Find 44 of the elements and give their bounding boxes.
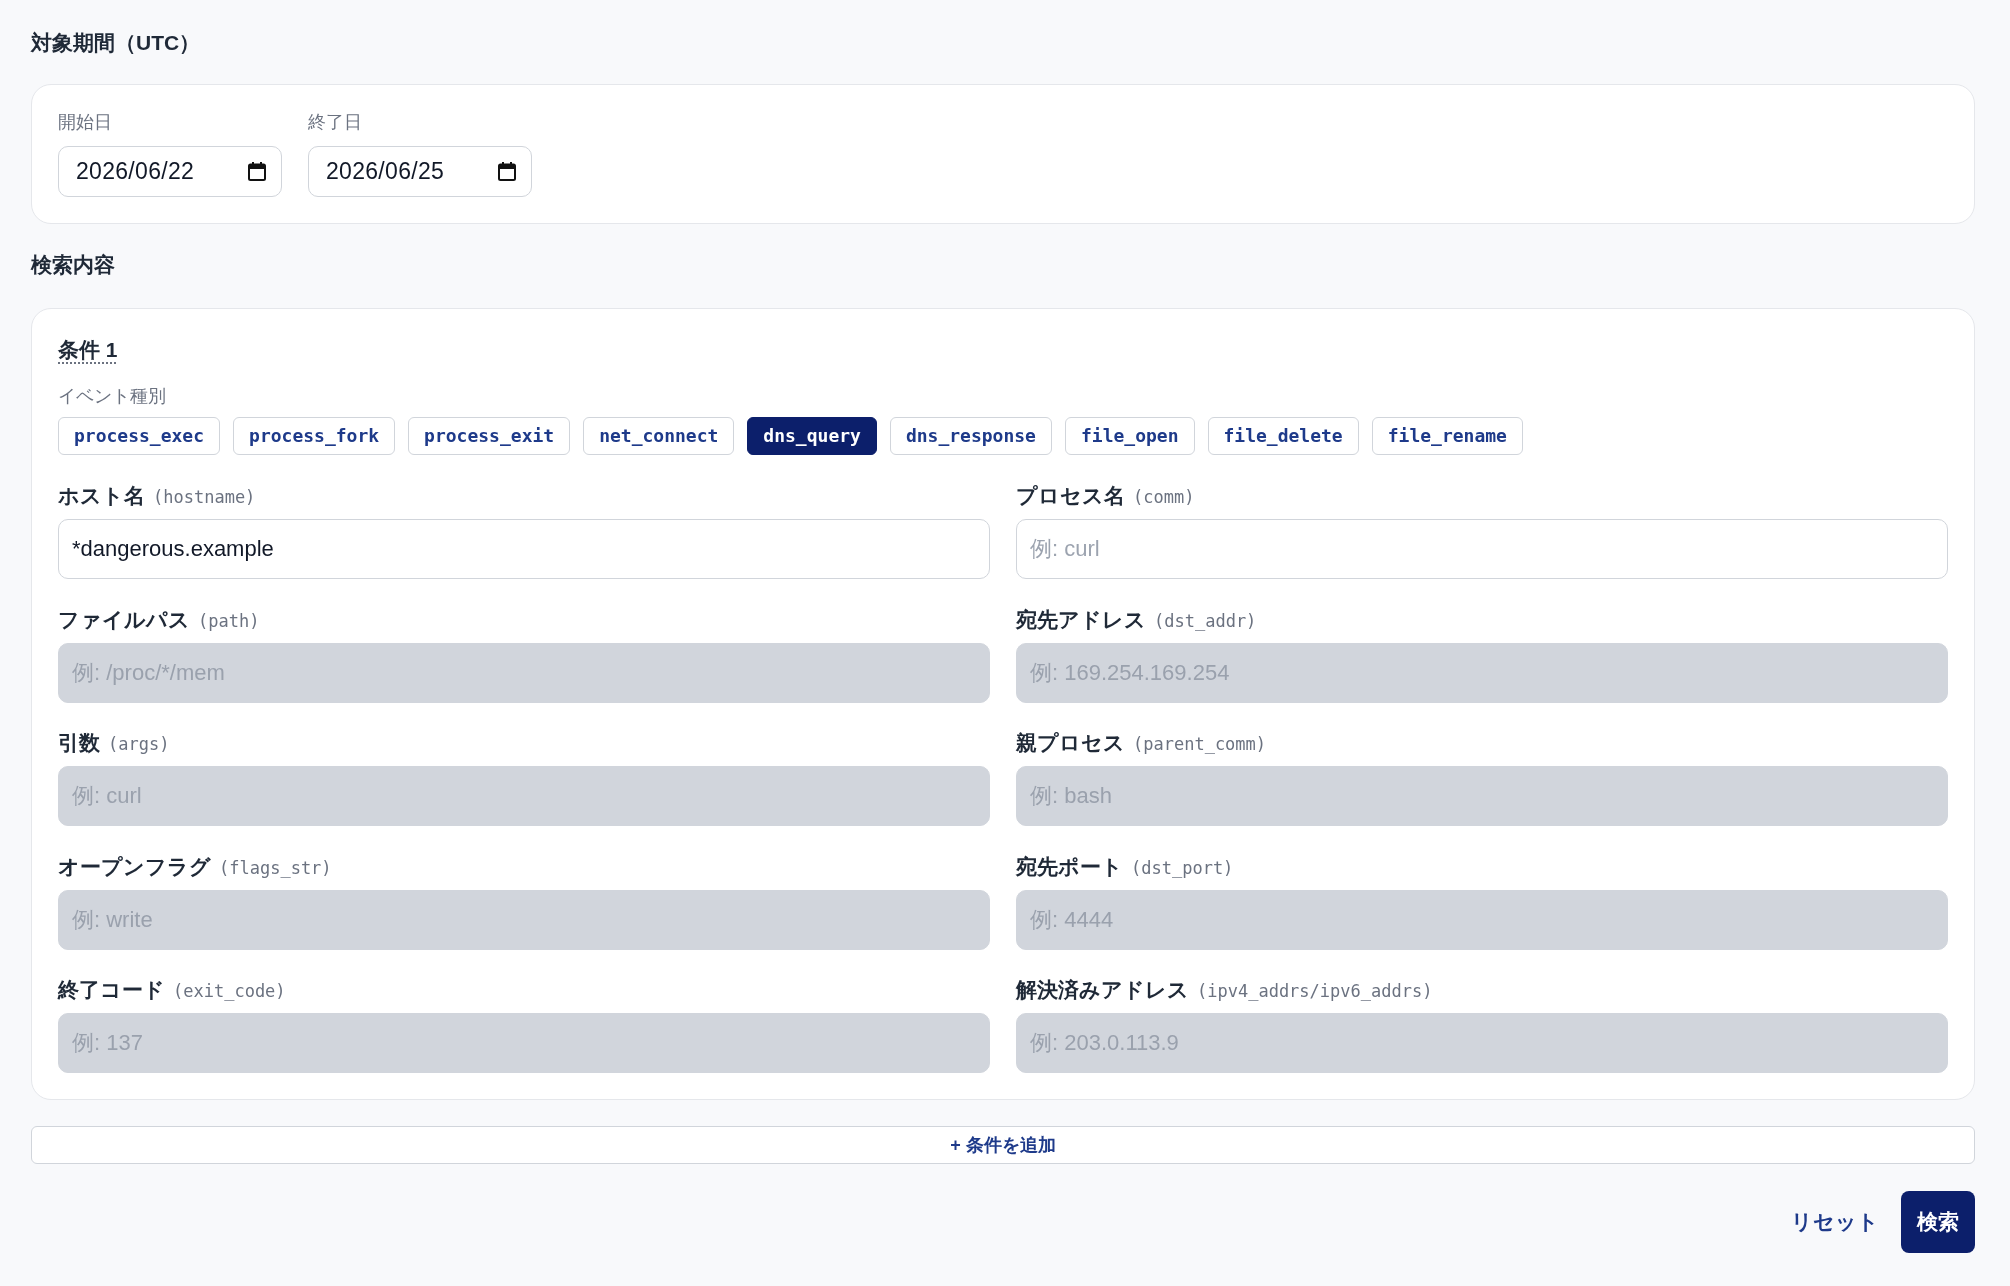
event-type-chip[interactable]: file_open bbox=[1064, 417, 1195, 455]
text-input[interactable]: 例: curl bbox=[1016, 519, 1948, 579]
field-label: 開始日 bbox=[58, 111, 113, 134]
condition-title: 条件 1 bbox=[58, 337, 118, 363]
date-field[interactable]: 2026/06/25 bbox=[308, 146, 532, 197]
event-type-chip[interactable]: net_connect bbox=[583, 417, 735, 455]
field-label: 宛先ポート bbox=[1016, 853, 1123, 880]
event-type-chip[interactable]: file_delete bbox=[1207, 417, 1359, 455]
field-key: (args) bbox=[108, 731, 170, 757]
field-label: 引数 bbox=[58, 730, 100, 756]
reset-button[interactable]: リセット bbox=[1773, 1192, 1897, 1252]
search-button[interactable]: 検索 bbox=[1901, 1191, 1975, 1253]
field-key: (ipv4_addrs/ipv6_addrs) bbox=[1197, 978, 1433, 1004]
field-key: (dst_addr) bbox=[1154, 607, 1257, 634]
calendar-icon[interactable] bbox=[498, 162, 516, 181]
text-input[interactable]: *dangerous.example bbox=[58, 519, 990, 579]
date-field[interactable]: 2026/06/22 bbox=[58, 146, 282, 197]
event-type-chip[interactable]: process_fork bbox=[233, 417, 396, 455]
field-key: (parent_comm) bbox=[1133, 731, 1267, 757]
field-key: (path) bbox=[198, 607, 260, 634]
calendar-icon[interactable] bbox=[248, 162, 266, 181]
field-label: 宛先アドレス bbox=[1016, 606, 1146, 633]
event-type-chip[interactable]: process_exit bbox=[408, 417, 571, 455]
section-heading: 対象期間（UTC） bbox=[31, 30, 202, 56]
field-label: 解決済みアドレス bbox=[1016, 977, 1189, 1003]
field-key: (hostname) bbox=[153, 484, 256, 510]
field-label: ホスト名 bbox=[58, 483, 145, 509]
field-label: 親プロセス bbox=[1016, 730, 1125, 756]
field-key: (exit_code) bbox=[173, 978, 286, 1004]
section-heading: 検索内容 bbox=[31, 252, 116, 278]
add-condition-button[interactable]: + 条件を追加 bbox=[31, 1126, 1975, 1164]
field-label: プロセス名 bbox=[1016, 483, 1125, 509]
event-type-chip[interactable]: dns_query bbox=[747, 417, 877, 455]
field-key: (comm) bbox=[1133, 484, 1195, 510]
field-key: (flags_str) bbox=[219, 854, 332, 881]
field-label: 終了コード bbox=[58, 977, 165, 1003]
field-label: 終了日 bbox=[308, 111, 363, 134]
event-type-chip[interactable]: file_rename bbox=[1371, 417, 1523, 455]
field-key: (dst_port) bbox=[1131, 854, 1234, 881]
field-label: イベント種別 bbox=[58, 385, 166, 408]
field-label: オープンフラグ bbox=[58, 853, 211, 880]
event-type-chip[interactable]: process_exec bbox=[58, 417, 221, 455]
field-label: ファイルパス bbox=[58, 606, 190, 633]
event-type-chip[interactable]: dns_response bbox=[889, 417, 1052, 455]
